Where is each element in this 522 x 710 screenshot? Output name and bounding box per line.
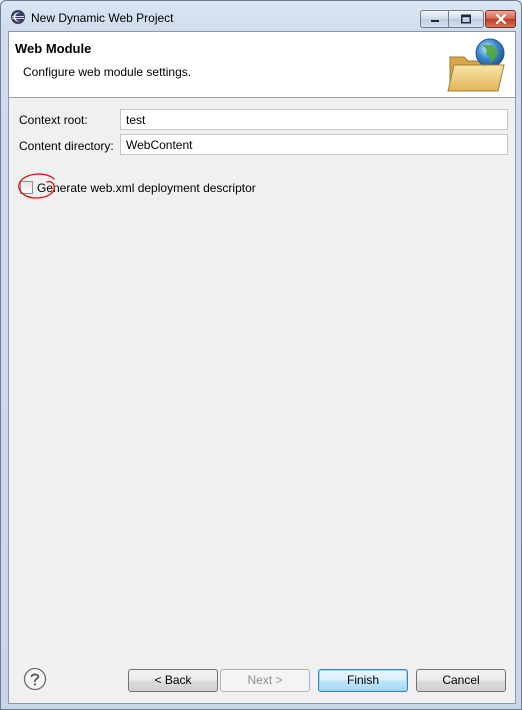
minimize-button[interactable] [420,10,448,28]
page-description: Configure web module settings. [23,65,192,79]
help-icon[interactable] [23,667,47,691]
close-button[interactable] [485,10,516,28]
cancel-button[interactable]: Cancel [416,669,506,692]
web-folder-globe-icon [447,38,505,92]
generate-descriptor-row[interactable]: Generate web.xml deployment descriptor [17,173,287,199]
maximize-button[interactable] [448,10,484,28]
generate-descriptor-checkbox[interactable] [20,181,33,194]
close-icon [495,14,506,24]
content-directory-input[interactable] [120,134,508,155]
minimize-icon [430,20,439,22]
eclipse-icon [11,10,25,24]
wizard-banner: Web Module Configure web module settings… [9,32,515,98]
dialog-window: New Dynamic Web Project Web Module Confi… [0,0,522,710]
generate-descriptor-label: Generate web.xml deployment descriptor [37,181,256,195]
context-root-input[interactable] [120,109,508,130]
title-bar[interactable]: New Dynamic Web Project [1,1,521,31]
back-button[interactable]: < Back [128,669,218,692]
maximize-icon [461,14,471,24]
finish-button[interactable]: Finish [318,669,408,692]
content-directory-label: Content directory: [19,139,114,153]
dialog-client-area: Web Module Configure web module settings… [8,31,516,704]
context-root-label: Context root: [19,113,88,127]
next-button[interactable]: Next > [220,669,310,692]
page-title: Web Module [15,41,92,56]
window-title: New Dynamic Web Project [31,11,174,25]
